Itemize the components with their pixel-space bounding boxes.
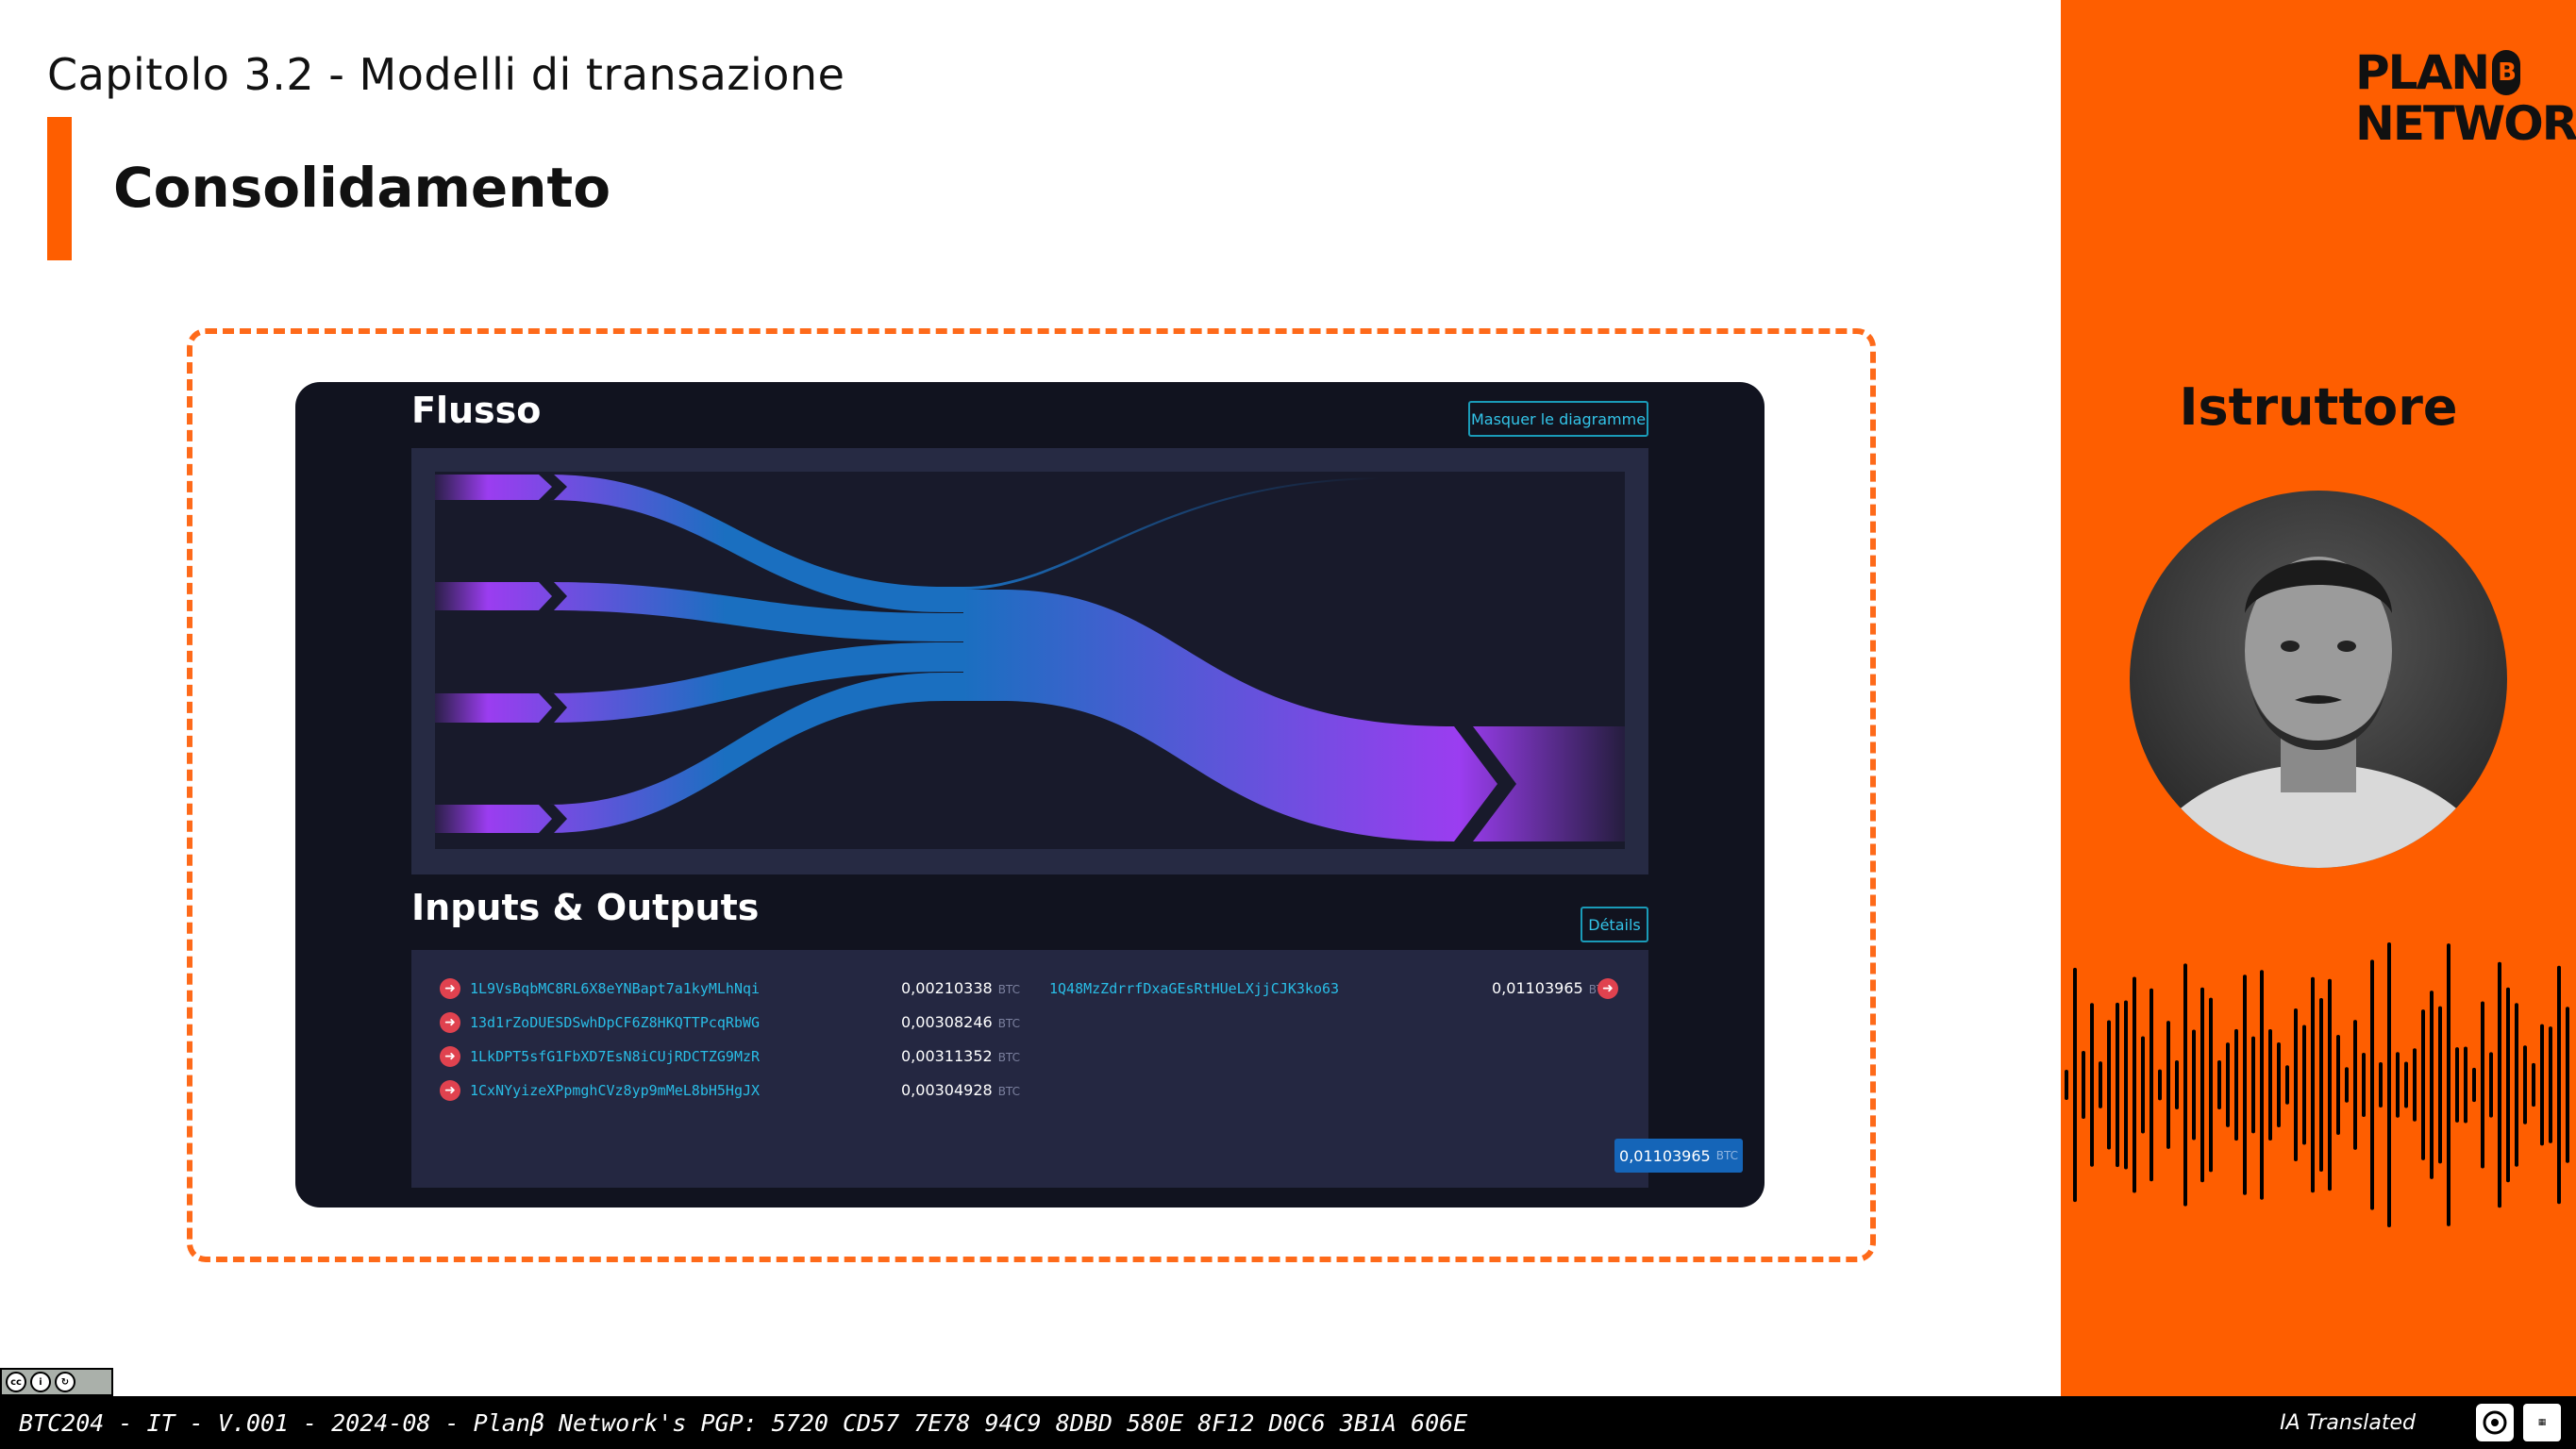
footer-version-text: BTC204 - IT - V.001 - 2024-08 - Planβ Ne… bbox=[19, 1409, 1468, 1437]
instructor-portrait-icon bbox=[2141, 557, 2496, 868]
block-explorer-screenshot: Flusso Masquer le diagramme Inputs & Out… bbox=[295, 382, 1765, 1208]
input-arrow-icon[interactable]: ➜ bbox=[440, 1080, 460, 1101]
plan-b-network-logo: PLANB NETWORK bbox=[2355, 45, 2576, 151]
bitcoin-b-icon: B bbox=[2492, 50, 2521, 95]
transaction-flow-diagram bbox=[435, 472, 1625, 849]
input-amount: 0,00210338 BTC bbox=[901, 979, 1020, 997]
input-row[interactable]: ➜ 13d1rZoDUESDSwhDpCF6Z8HKQTTPcqRbWG bbox=[440, 1010, 760, 1035]
inputs-outputs-panel: ➜ 1L9VsBqbMC8RL6X8eYNBapt7a1kyMLhNqi 0,0… bbox=[411, 950, 1743, 1188]
hide-diagram-button[interactable]: Masquer le diagramme bbox=[1468, 401, 1648, 437]
input-arrow-icon[interactable]: ➜ bbox=[440, 1046, 460, 1067]
input-row[interactable]: ➜ 1LkDPT5sfG1FbXD7EsN8iCUjRDCTZG9MzR bbox=[440, 1044, 760, 1069]
input-arrow-icon[interactable]: ➜ bbox=[440, 1012, 460, 1033]
output-arrow-icon[interactable]: ➜ bbox=[1597, 978, 1618, 999]
input-address[interactable]: 1L9VsBqbMC8RL6X8eYNBapt7a1kyMLhNqi bbox=[470, 980, 760, 997]
inputs-outputs-title: Inputs & Outputs bbox=[411, 887, 760, 928]
output-row[interactable]: 1Q48MzZdrrfDxaGEsRtHUeLXjjCJK3ko63 bbox=[1049, 976, 1339, 1001]
input-address[interactable]: 1CxNYyizeXPpmghCVz8yp9mMeL8bH5HgJX bbox=[470, 1082, 760, 1099]
input-address[interactable]: 1LkDPT5sfG1FbXD7EsN8iCUjRDCTZG9MzR bbox=[470, 1048, 760, 1065]
translation-partner-icon: ▦ bbox=[2523, 1404, 2561, 1441]
input-row[interactable]: ➜ 1L9VsBqbMC8RL6X8eYNBapt7a1kyMLhNqi bbox=[440, 976, 760, 1001]
output-amount: 0,01103965BTC bbox=[1492, 979, 1611, 997]
flow-title: Flusso bbox=[411, 390, 542, 431]
input-amount: 0,00308246 BTC bbox=[901, 1013, 1020, 1031]
input-address[interactable]: 13d1rZoDUESDSwhDpCF6Z8HKQTTPcqRbWG bbox=[470, 1014, 760, 1031]
audio-waveform-icon bbox=[2065, 942, 2569, 1227]
input-amount: 0,00311352 BTC bbox=[901, 1047, 1020, 1065]
flow-diagram-panel bbox=[411, 448, 1648, 874]
instructor-avatar bbox=[2130, 491, 2507, 868]
by-icon: i bbox=[30, 1372, 51, 1392]
details-button[interactable]: Détails bbox=[1581, 907, 1648, 942]
input-amount: 0,00304928 BTC bbox=[901, 1081, 1020, 1099]
chapter-heading: Capitolo 3.2 - Modelli di transazione bbox=[47, 49, 845, 100]
input-arrow-icon[interactable]: ➜ bbox=[440, 978, 460, 999]
total-amount-button[interactable]: 0,01103965 BTC bbox=[1614, 1139, 1743, 1173]
slide-title: Consolidamento bbox=[113, 156, 611, 220]
cc-icon: cc bbox=[6, 1372, 26, 1392]
input-row[interactable]: ➜ 1CxNYyizeXPpmghCVz8yp9mMeL8bH5HgJX bbox=[440, 1078, 760, 1103]
sa-icon: ↻ bbox=[55, 1372, 75, 1392]
instructor-label: Istruttore bbox=[2179, 377, 2458, 437]
ia-translated-label: IA Translated bbox=[2280, 1411, 2416, 1435]
openai-icon bbox=[2476, 1404, 2514, 1441]
footer-bar: BTC204 - IT - V.001 - 2024-08 - Planβ Ne… bbox=[0, 1396, 2576, 1449]
output-address[interactable]: 1Q48MzZdrrfDxaGEsRtHUeLXjjCJK3ko63 bbox=[1049, 980, 1339, 997]
side-panel: PLANB NETWORK Istruttore bbox=[2061, 0, 2576, 1396]
cc-license-badge: cc i ↻ bbox=[0, 1368, 113, 1396]
title-accent-bar bbox=[47, 117, 72, 260]
